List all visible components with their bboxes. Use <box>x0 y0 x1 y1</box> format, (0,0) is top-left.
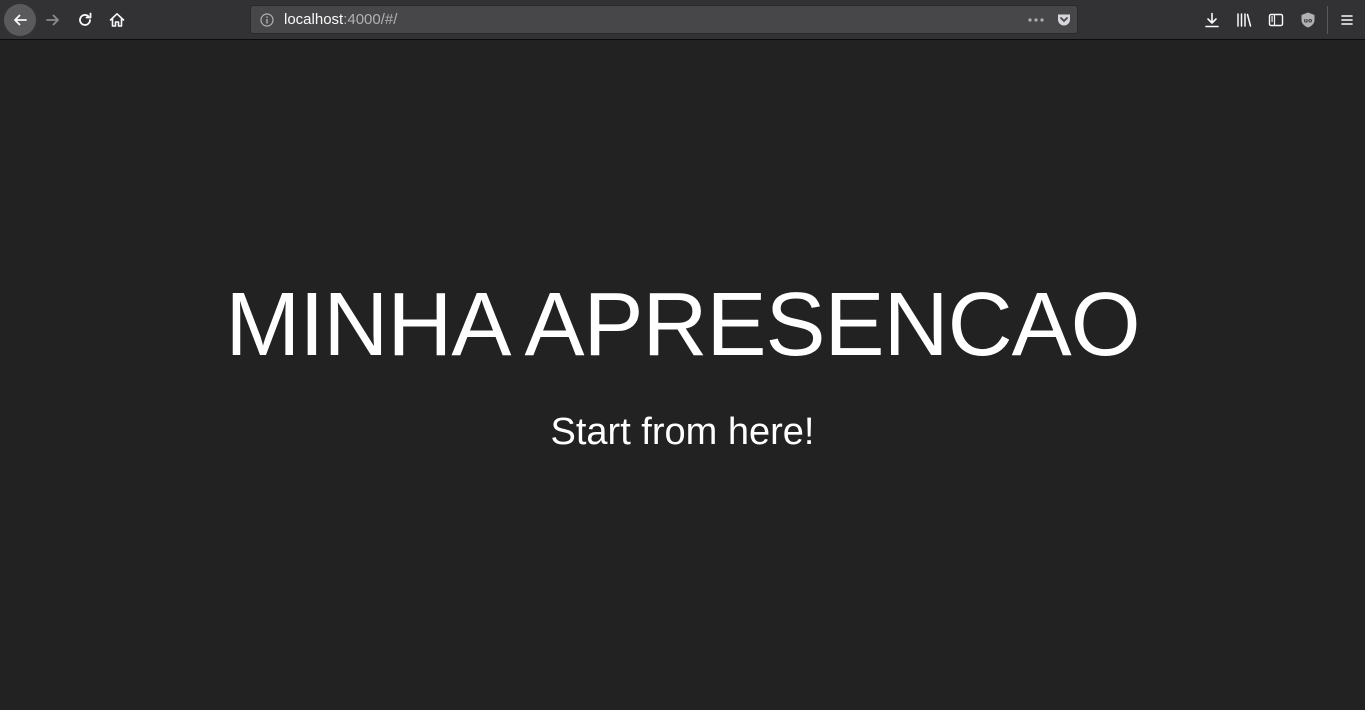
slide-title: MINHA APRESENCAO <box>225 275 1140 375</box>
slide-subtitle: Start from here! <box>550 411 815 453</box>
pocket-icon[interactable] <box>1056 12 1072 28</box>
url-path: :4000/#/ <box>343 11 398 28</box>
url-host: localhost <box>284 11 344 28</box>
download-icon <box>1205 12 1219 28</box>
hamburger-menu-icon <box>1341 15 1353 25</box>
address-bar[interactable]: localhost:4000/#/ <box>250 5 1078 34</box>
url-text[interactable]: localhost:4000/#/ <box>284 11 397 29</box>
browser-toolbar: localhost:4000/#/ uo <box>0 0 1365 40</box>
back-button[interactable] <box>4 4 36 36</box>
sidebar-button[interactable] <box>1260 4 1292 36</box>
toolbar-separator <box>1327 6 1328 34</box>
reload-icon <box>79 12 92 26</box>
sidebar-icon <box>1268 13 1284 27</box>
page-content: MINHA APRESENCAO Start from here! <box>0 40 1365 710</box>
home-button[interactable] <box>101 4 133 36</box>
downloads-button[interactable] <box>1196 4 1228 36</box>
ublock-icon: uo <box>1301 12 1315 28</box>
library-icon <box>1237 13 1252 27</box>
ellipsis-icon[interactable] <box>1027 12 1045 28</box>
info-icon[interactable] <box>260 13 274 27</box>
reload-button[interactable] <box>69 4 101 36</box>
back-arrow-icon <box>14 14 27 26</box>
library-button[interactable] <box>1228 4 1260 36</box>
open-menu-button[interactable] <box>1331 4 1363 36</box>
forward-arrow-icon <box>46 14 59 26</box>
svg-text:uo: uo <box>1304 18 1312 25</box>
home-icon <box>109 13 125 27</box>
forward-button[interactable] <box>37 4 69 36</box>
ublock-origin-button[interactable]: uo <box>1292 4 1324 36</box>
